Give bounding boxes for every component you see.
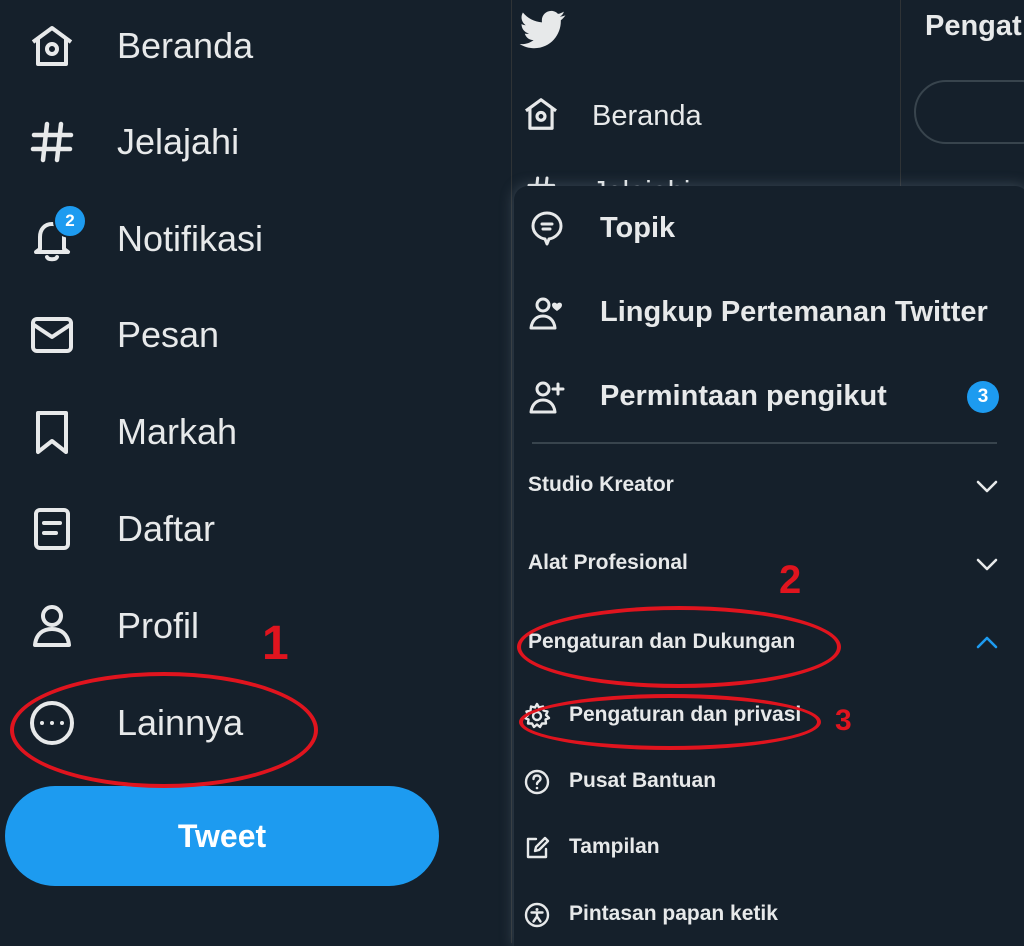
annotation-number-3: 3 <box>835 704 852 737</box>
mid-nav-home-label: Beranda <box>592 100 702 132</box>
menu-item-keyboard-shortcuts-label: Pintasan papan ketik <box>569 902 778 925</box>
annotation-number-2: 2 <box>779 558 802 602</box>
nav-messages[interactable]: Pesan <box>0 289 500 379</box>
help-circle-icon <box>523 768 551 796</box>
nav-bookmarks[interactable]: Markah <box>0 386 500 476</box>
notification-badge: 2 <box>53 204 87 238</box>
topic-bubble-icon <box>528 209 566 247</box>
section-professional-tools[interactable]: Alat Profesional <box>514 534 1024 594</box>
chevron-down-icon <box>972 549 1002 579</box>
home-icon <box>28 22 76 70</box>
edit-square-icon <box>523 834 551 862</box>
nav-home[interactable]: Beranda <box>0 0 500 90</box>
right-column-divider <box>900 0 901 186</box>
chevron-down-icon <box>972 471 1002 501</box>
menu-item-follower-requests-label: Permintaan pengikut <box>600 380 887 412</box>
menu-item-help-center[interactable]: Pusat Bantuan <box>514 754 1024 810</box>
chevron-up-icon <box>972 628 1002 658</box>
menu-item-twitter-circle-label: Lingkup Pertemanan Twitter <box>600 296 988 328</box>
nav-label-notifications: Notifikasi <box>117 218 264 259</box>
mid-nav-explore-peek: Jelajahi <box>525 168 825 188</box>
nav-profile[interactable]: Profil <box>0 580 500 670</box>
mid-nav-home[interactable]: Beranda <box>520 92 900 140</box>
nav-lists[interactable]: Daftar <box>0 483 500 573</box>
section-professional-tools-label: Alat Profesional <box>528 551 688 574</box>
tweet-button[interactable]: Tweet <box>5 786 439 886</box>
nav-explore[interactable]: Jelajahi <box>0 96 500 186</box>
settings-page-title: Pengat <box>925 10 1022 42</box>
home-icon <box>522 95 560 133</box>
person-heart-icon <box>528 294 566 332</box>
nav-label-bookmarks: Markah <box>117 411 238 452</box>
section-creator-studio[interactable]: Studio Kreator <box>514 456 1024 516</box>
menu-item-topics-label: Topik <box>600 212 676 244</box>
menu-item-help-center-label: Pusat Bantuan <box>569 769 717 792</box>
nav-label-home: Beranda <box>117 25 254 66</box>
twitter-bird-icon[interactable] <box>519 10 566 50</box>
menu-item-display-label: Tampilan <box>569 835 660 858</box>
more-circle-icon <box>28 699 76 747</box>
hashtag-icon <box>28 118 76 166</box>
section-settings-and-support-label: Pengaturan dan Dukungan <box>528 630 796 653</box>
person-plus-icon <box>528 378 566 416</box>
person-icon <box>28 602 76 650</box>
menu-item-follower-requests[interactable]: Permintaan pengikut 3 <box>514 354 1024 438</box>
menu-item-settings-privacy-label: Pengaturan dan privasi <box>569 703 802 726</box>
nav-label-lists: Daftar <box>117 508 216 549</box>
menu-item-keyboard-shortcuts[interactable]: Pintasan papan ketik <box>514 887 1024 943</box>
menu-divider <box>532 442 997 444</box>
accessibility-icon <box>523 901 551 929</box>
settings-search-input[interactable] <box>914 80 1024 144</box>
more-menu-dropdown: Topik Lingkup Pertemanan Twitter Permint… <box>514 186 1024 946</box>
nav-label-more: Lainnya <box>117 702 244 743</box>
nav-label-messages: Pesan <box>117 314 220 355</box>
nav-label-explore: Jelajahi <box>117 121 240 162</box>
nav-label-profile: Profil <box>117 605 200 646</box>
gear-icon <box>523 702 551 730</box>
menu-item-display[interactable]: Tampilan <box>514 820 1024 876</box>
menu-item-settings-privacy[interactable]: Pengaturan dan privasi <box>514 688 1024 744</box>
list-icon <box>28 505 76 553</box>
section-creator-studio-label: Studio Kreator <box>528 473 674 496</box>
bookmark-icon <box>28 408 76 456</box>
follower-requests-badge: 3 <box>967 381 999 413</box>
nav-more[interactable]: Lainnya <box>0 677 500 767</box>
menu-item-twitter-circle[interactable]: Lingkup Pertemanan Twitter <box>514 270 1024 354</box>
column-divider <box>511 0 512 943</box>
annotation-number-1: 1 <box>262 617 289 670</box>
menu-item-topics[interactable]: Topik <box>514 186 1024 270</box>
envelope-icon <box>28 311 76 359</box>
section-settings-and-support[interactable]: Pengaturan dan Dukungan <box>514 613 1024 673</box>
